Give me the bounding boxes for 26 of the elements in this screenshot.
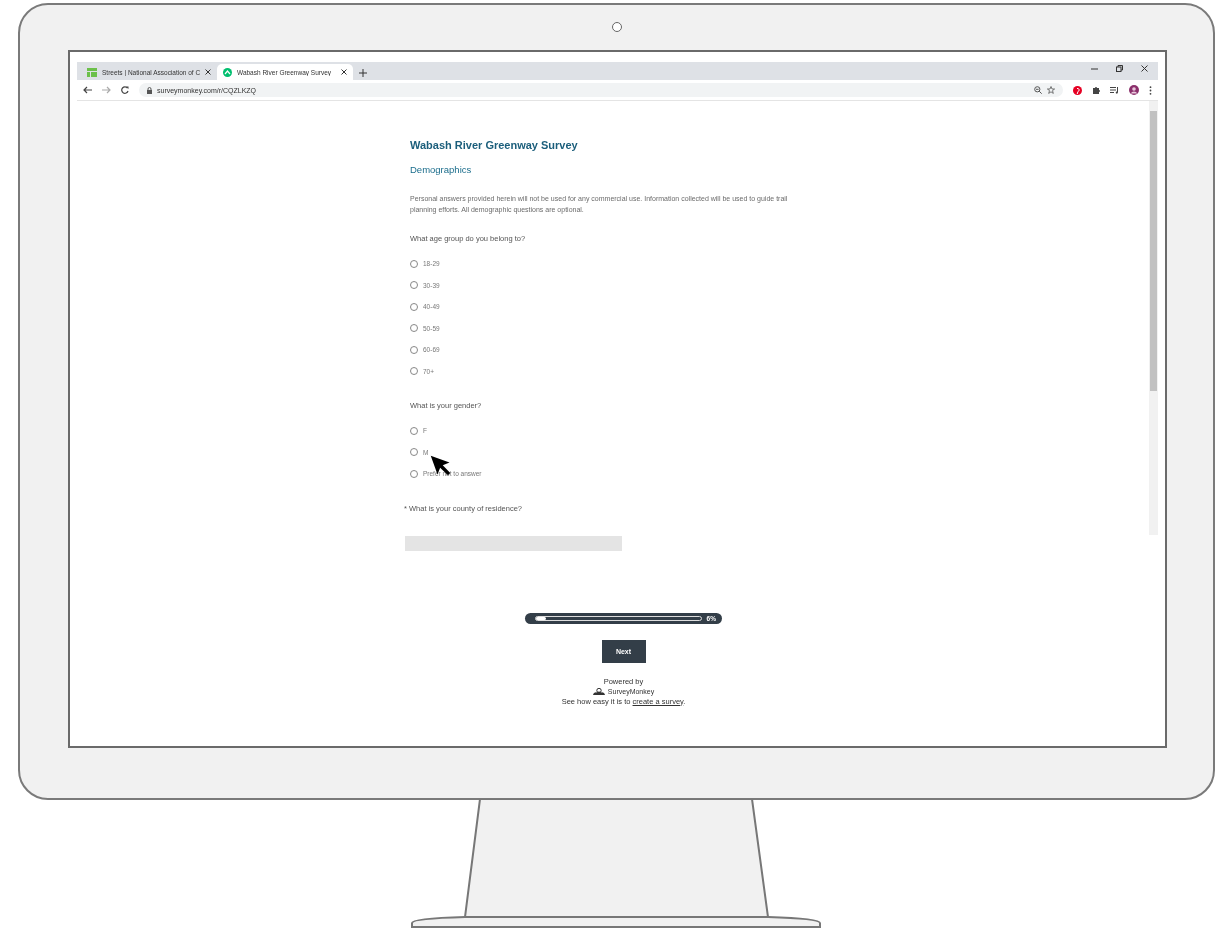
- zoom-icon[interactable]: [1034, 86, 1042, 94]
- new-tab-icon[interactable]: [359, 69, 367, 77]
- survey-logo-icon: [223, 67, 232, 77]
- puzzle-icon[interactable]: [1092, 86, 1100, 94]
- camera-icon: [612, 22, 622, 32]
- grid-icon: [87, 67, 97, 77]
- reload-icon[interactable]: [121, 86, 129, 94]
- playlist-icon[interactable]: [1110, 86, 1119, 94]
- menu-icon[interactable]: [1149, 85, 1152, 95]
- forward-arrow-icon[interactable]: [102, 86, 111, 94]
- answer-field[interactable]: [405, 535, 622, 551]
- avatar-icon[interactable]: [1129, 85, 1139, 95]
- restore-icon[interactable]: [1116, 65, 1123, 72]
- scrollbar-thumb[interactable]: [1150, 111, 1157, 391]
- close-icon[interactable]: [341, 69, 347, 75]
- close-icon[interactable]: [1141, 65, 1148, 72]
- pin-icon[interactable]: [1073, 85, 1082, 95]
- star-icon[interactable]: [1047, 86, 1055, 94]
- lock-icon: [147, 86, 152, 94]
- close-icon[interactable]: [205, 69, 211, 75]
- page-title: Demographics: [410, 164, 472, 175]
- scrollbar[interactable]: [1149, 101, 1158, 535]
- back-arrow-icon[interactable]: [83, 86, 92, 94]
- minimize-icon[interactable]: [1091, 65, 1098, 72]
- brand-logo-icon: [592, 687, 605, 695]
- survey-title: Wabash River Greenway Survey: [410, 139, 578, 151]
